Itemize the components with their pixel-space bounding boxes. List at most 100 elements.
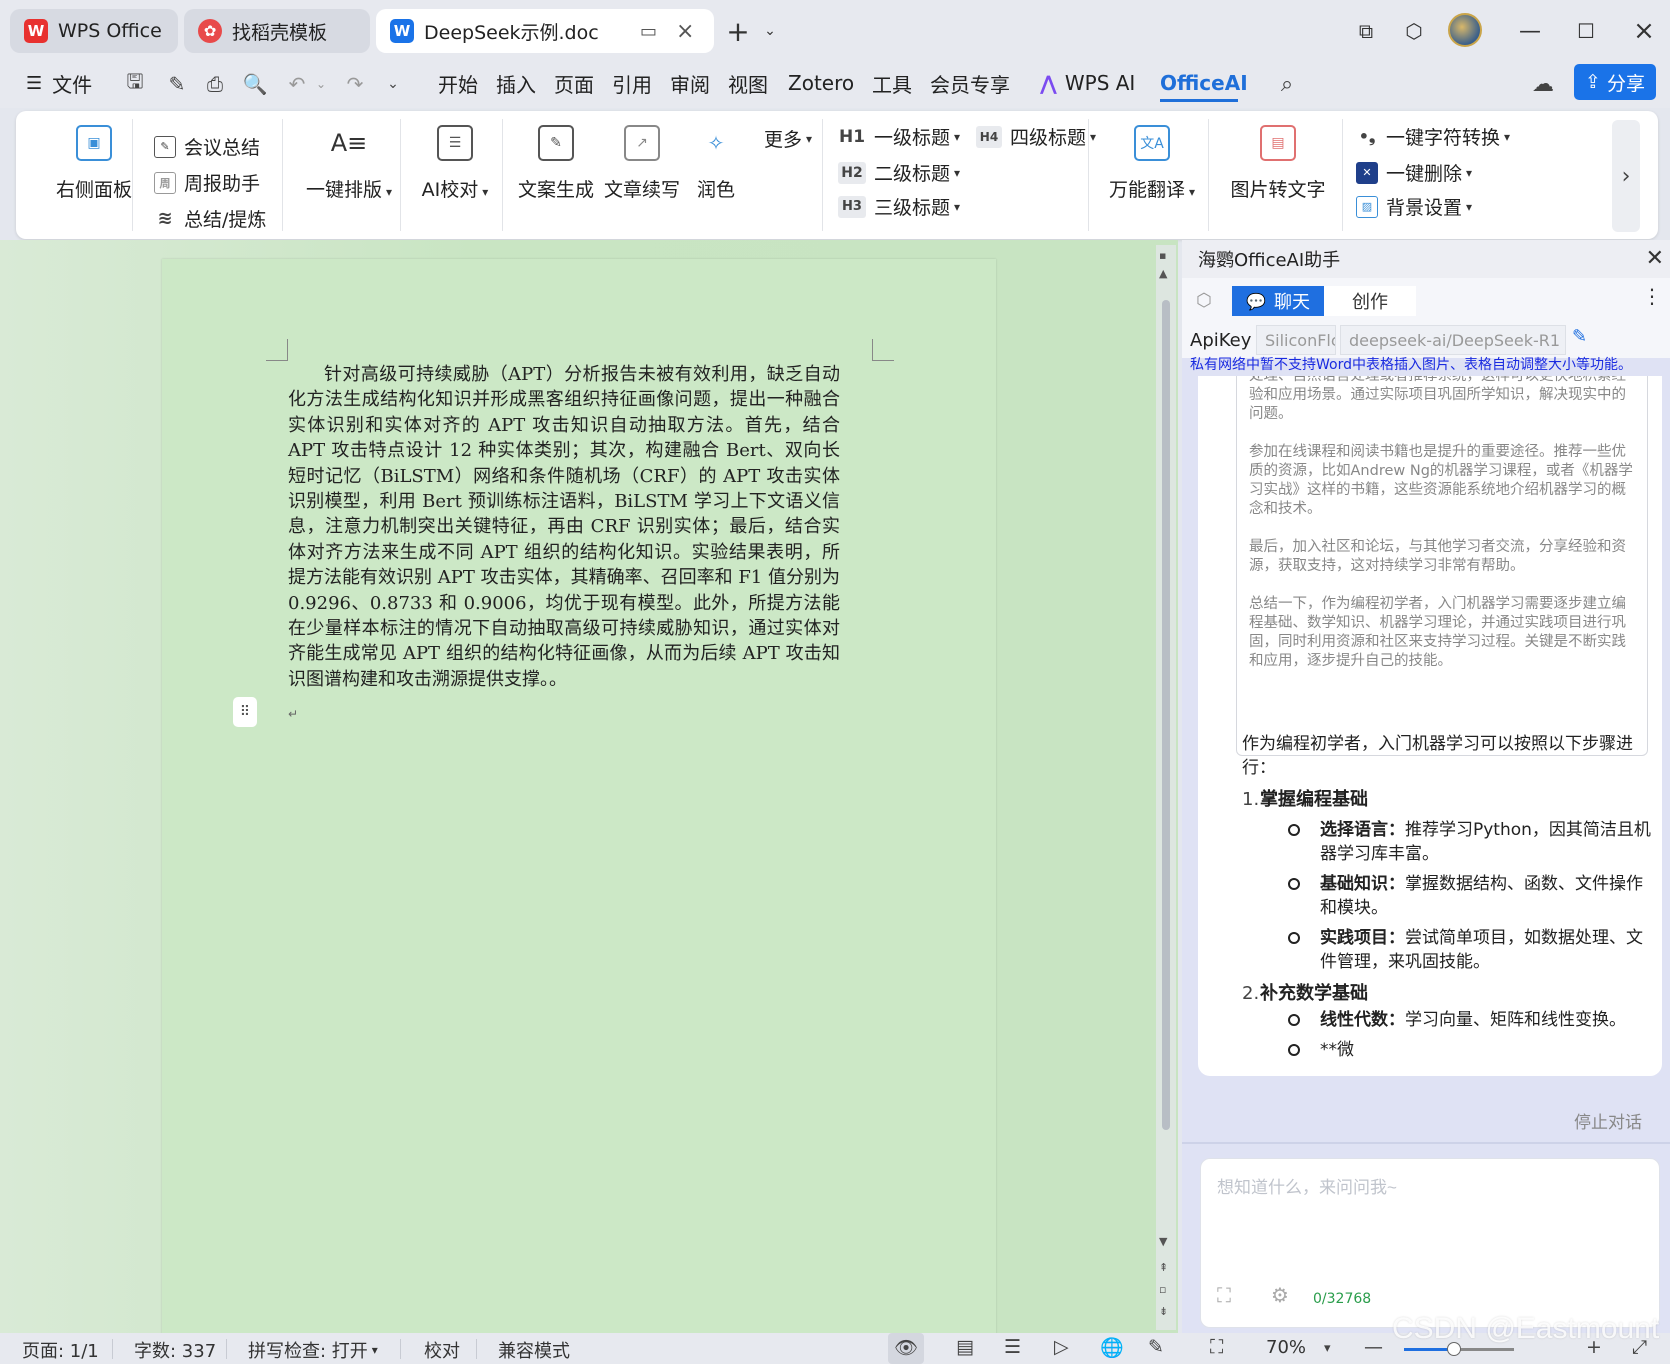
tab-create[interactable]: 创作 — [1324, 286, 1416, 316]
share-button[interactable]: ⇪ 分享 — [1574, 64, 1656, 100]
menu-reference[interactable]: 引用 — [612, 68, 652, 98]
format-painter-icon[interactable]: ✎ — [162, 71, 192, 97]
settings-gear-icon[interactable]: ⚙ — [1271, 1283, 1289, 1307]
heading1-button[interactable]: H1 一级标题 ▾ — [838, 123, 960, 150]
chat-input-box[interactable]: ⛶ ⚙ 0/32768 — [1200, 1158, 1660, 1328]
cloud-upload-icon[interactable]: ☁ — [1528, 71, 1558, 97]
spell-check-toggle[interactable]: 拼写检查: 打开 ▾ — [248, 1337, 378, 1363]
continue-write-button[interactable]: ↗ 文章续写 — [602, 125, 682, 202]
menu-member[interactable]: 会员专享 — [930, 68, 1010, 98]
minimize-icon[interactable]: — — [1510, 12, 1550, 50]
web-view-icon[interactable]: 🌐 — [1100, 1336, 1124, 1359]
document-paragraph[interactable]: 针对高级可持续威胁（APT）分析报告未被有效利用，缺乏自动化方法生成结构化知识并… — [288, 362, 840, 692]
model-field[interactable]: deepseek-ai/DeepSeek-R1 — [1340, 325, 1566, 355]
menu-zotero[interactable]: Zotero — [788, 68, 854, 98]
maximize-icon[interactable]: ☐ — [1566, 12, 1606, 50]
menu-officeai[interactable]: OfficeAI — [1160, 68, 1248, 98]
item-label: 实践项目： — [1320, 928, 1405, 948]
page-view-icon[interactable]: ▤ — [956, 1336, 974, 1358]
edit-pencil-icon[interactable]: ✎ — [1572, 326, 1587, 347]
file-menu[interactable]: ☰ 文件 — [26, 68, 92, 98]
avatar[interactable] — [1448, 13, 1482, 47]
scroll-down-icon[interactable]: ▼ — [1159, 1235, 1167, 1248]
tab-docer-templates[interactable]: ✿ 找稻壳模板 — [184, 9, 370, 53]
scroll-up-icon[interactable]: ▲ — [1159, 267, 1167, 280]
menu-home[interactable]: 开始 — [438, 68, 478, 98]
scroll-top-icon[interactable]: ▪ — [1159, 249, 1166, 262]
char-convert-button[interactable]: •❟ 一键字符转换 ▾ — [1356, 123, 1510, 150]
monitor-icon[interactable]: ▭ — [640, 21, 657, 42]
close-window-icon[interactable]: × — [1624, 12, 1664, 50]
one-click-delete-label: 一键删除 — [1386, 163, 1463, 185]
tab-wps-office[interactable]: W WPS Office — [10, 9, 178, 53]
zoom-dropdown-icon[interactable]: ▾ — [1324, 1341, 1331, 1356]
stop-conversation-button[interactable]: 停止对话 — [1574, 1108, 1642, 1133]
print-icon[interactable]: ⎙ — [200, 71, 230, 97]
more-button[interactable]: 更多 ▾ — [764, 125, 812, 152]
item-label: 基础知识： — [1320, 874, 1405, 894]
menu-view[interactable]: 视图 — [728, 68, 768, 98]
one-click-layout-button[interactable]: A≡ 一键排版 ▾ — [294, 125, 404, 202]
select-browse-icon[interactable]: ▫ — [1159, 1283, 1166, 1296]
menu-insert[interactable]: 插入 — [496, 68, 536, 98]
more-dropdown-icon[interactable]: ⌄ — [378, 71, 408, 97]
menu-wps-ai[interactable]: ⋀ WPS AI — [1040, 68, 1135, 98]
zoom-out-icon[interactable]: — — [1364, 1336, 1383, 1358]
heading2-button[interactable]: H2 二级标题 ▾ — [838, 159, 960, 186]
item-label: 选择语言： — [1320, 820, 1405, 840]
prev-page-icon[interactable]: ⇞ — [1159, 1261, 1168, 1274]
heading3-button[interactable]: H3 三级标题 ▾ — [838, 193, 960, 220]
zoom-level[interactable]: 70% — [1266, 1337, 1306, 1358]
undo-dropdown-icon[interactable]: ⌄ — [306, 71, 336, 97]
quote-paragraph: 总结一下，作为编程初学者，入门机器学习需要逐步建立编程基础、数学知识、机器学习理… — [1249, 596, 1626, 669]
weekly-report-button[interactable]: 周 周报助手 — [154, 169, 260, 196]
scroll-thumb[interactable] — [1162, 300, 1170, 1130]
chevron-down-icon[interactable]: ⌄ — [750, 12, 790, 50]
search-icon[interactable]: ⌕ — [1272, 71, 1302, 97]
print-preview-icon[interactable]: 🔍 — [240, 71, 270, 97]
heading4-button[interactable]: H4 四级标题 ▾ — [976, 123, 1096, 150]
ai-proofread-button[interactable]: ☰ AI校对 ▾ — [410, 125, 500, 202]
next-page-icon[interactable]: ⇟ — [1159, 1305, 1168, 1318]
provider-field[interactable]: SiliconFlc — [1256, 325, 1336, 355]
image-to-text-button[interactable]: ▤ 图片转文字 — [1220, 125, 1336, 202]
tab-document[interactable]: W DeepSeek示例.doc ▭ × — [376, 9, 714, 53]
translate-button[interactable]: 文A 万能翻译 ▾ — [1104, 125, 1200, 202]
summarize-button[interactable]: ≋ 总结/提炼 — [154, 205, 266, 232]
close-panel-icon[interactable]: ✕ — [1646, 246, 1664, 271]
cube-outline-icon[interactable]: ⬡ — [1196, 290, 1212, 311]
meeting-summary-label: 会议总结 — [184, 137, 261, 159]
more-options-icon[interactable]: ⋮ — [1642, 284, 1662, 308]
menu-tools[interactable]: 工具 — [872, 68, 912, 98]
background-settings-button[interactable]: ▨ 背景设置 ▾ — [1356, 193, 1472, 220]
section-title: 补充数学基础 — [1260, 983, 1368, 1004]
cube-icon[interactable]: ⬡ — [1394, 12, 1434, 50]
meeting-summary-button[interactable]: ✎ 会议总结 — [154, 133, 260, 160]
close-tab-icon[interactable]: × — [676, 19, 694, 44]
redo-icon[interactable]: ↷ — [340, 71, 370, 97]
word-count[interactable]: 字数: 337 — [134, 1337, 216, 1363]
menu-page[interactable]: 页面 — [554, 68, 594, 98]
page-indicator[interactable]: 页面: 1/1 — [22, 1337, 99, 1363]
play-icon[interactable]: ▷ — [1054, 1336, 1069, 1358]
ribbon-scroll-right-icon[interactable]: › — [1612, 120, 1640, 232]
one-click-delete-button[interactable]: ✕ 一键删除 ▾ — [1356, 159, 1472, 186]
menu-review[interactable]: 审阅 — [670, 68, 710, 98]
tab-label: DeepSeek示例.doc — [424, 21, 599, 44]
screenshot-icon[interactable]: ⛶ — [1217, 1283, 1231, 1307]
polish-button[interactable]: ✧ 润色 — [688, 125, 744, 202]
chat-message-area[interactable]: 处理、自然语言处理或者推荐系统，这样可以更快地积累经验和应用场景。通过实际项目巩… — [1198, 376, 1662, 1076]
eye-icon[interactable]: 👁 — [894, 1336, 918, 1359]
char-counter: 0/32768 — [1313, 1291, 1372, 1307]
document-scrollbar[interactable]: ▪ ▲ ▼ ⇞ ▫ ⇟ — [1156, 245, 1176, 1330]
proofread-status[interactable]: 校对 — [424, 1337, 460, 1363]
outline-view-icon[interactable]: ☰ — [1004, 1336, 1021, 1358]
pen-icon[interactable]: ✎ — [1148, 1336, 1164, 1358]
window-tile-icon[interactable]: ⧉ — [1346, 12, 1386, 50]
drag-handle-icon[interactable]: ⠿ — [233, 697, 257, 727]
save-icon[interactable]: 🖫 — [120, 69, 150, 97]
tab-chat[interactable]: 💬 聊天 — [1232, 286, 1324, 316]
copy-generate-button[interactable]: ✎ 文案生成 — [516, 125, 596, 202]
fit-page-icon[interactable]: ⛶ — [1210, 1336, 1223, 1358]
chat-input[interactable] — [1217, 1173, 1637, 1253]
